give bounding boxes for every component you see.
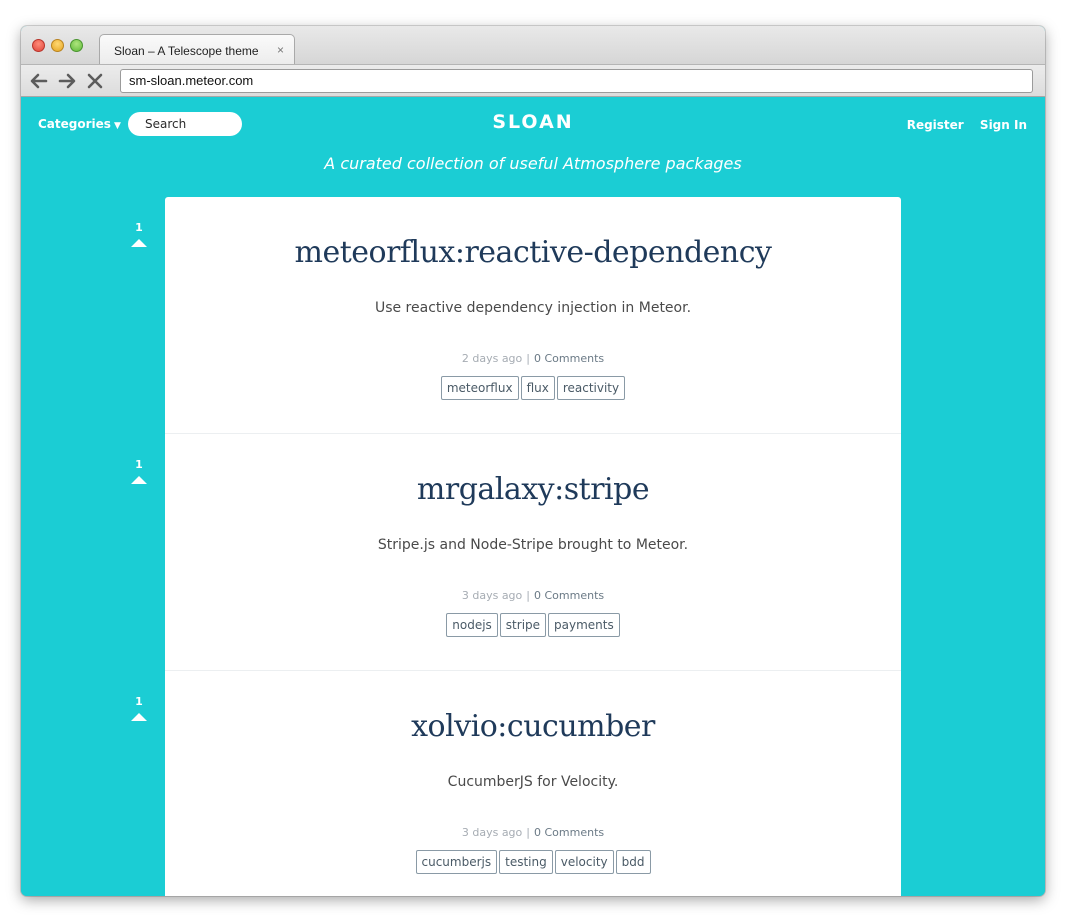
post-title-link[interactable]: xolvio:cucumber — [165, 709, 901, 744]
upvote-arrow-icon[interactable] — [131, 239, 147, 247]
browser-window: Sloan – A Telescope theme × sm-sloan.met… — [21, 26, 1045, 896]
tag-link[interactable]: flux — [520, 376, 555, 400]
browser-tab[interactable]: Sloan – A Telescope theme × — [99, 34, 295, 65]
upvote-widget: 1 — [126, 458, 152, 484]
address-bar[interactable]: sm-sloan.meteor.com — [120, 69, 1033, 93]
vote-count: 1 — [135, 221, 143, 234]
meta-separator: | — [526, 589, 530, 602]
tag-link[interactable]: reactivity — [556, 376, 626, 400]
browser-toolbar: sm-sloan.meteor.com — [21, 64, 1045, 97]
zoom-window-button[interactable] — [70, 39, 83, 52]
meta-separator: | — [526, 826, 530, 839]
post-item: mrgalaxy:stripe Stripe.js and Node-Strip… — [165, 434, 901, 671]
post-meta: 3 days ago | 0 Comments — [165, 826, 901, 839]
tag-link[interactable]: velocity — [554, 850, 614, 874]
tag-link[interactable]: testing — [499, 850, 553, 874]
post-age[interactable]: 3 days ago — [462, 826, 522, 839]
post-item: xolvio:cucumber CucumberJS for Velocity.… — [165, 671, 901, 896]
title-bar: Sloan – A Telescope theme × — [21, 26, 1045, 65]
sign-in-link[interactable]: Sign In — [980, 118, 1027, 132]
register-link[interactable]: Register — [907, 118, 964, 132]
categories-label: Categories — [38, 117, 111, 131]
site-tagline: A curated collection of useful Atmospher… — [324, 154, 742, 173]
chevron-down-icon: ▼ — [113, 121, 121, 131]
upvote-widget: 1 — [126, 221, 152, 247]
post-description: Stripe.js and Node-Stripe brought to Met… — [377, 537, 689, 553]
post-age[interactable]: 3 days ago — [462, 589, 522, 602]
post-description: CucumberJS for Velocity. — [447, 774, 619, 790]
close-window-button[interactable] — [32, 39, 45, 52]
page-content: Categories▼ SLOAN Register Sign In A cur… — [21, 97, 1045, 896]
stop-loading-icon[interactable] — [84, 70, 106, 92]
comments-link[interactable]: 0 Comments — [534, 352, 604, 365]
categories-menu[interactable]: Categories ▼ — [38, 117, 121, 131]
tag-link[interactable]: stripe — [499, 613, 547, 637]
post-title-link[interactable]: meteorflux:reactive-dependency — [165, 235, 901, 270]
tag-list: meteorflux flux reactivity — [165, 376, 901, 400]
tag-link[interactable]: bdd — [615, 850, 651, 874]
tag-list: nodejs stripe payments — [165, 613, 901, 637]
tab-close-icon[interactable]: × — [277, 43, 284, 57]
meta-separator: | — [526, 352, 530, 365]
tag-link[interactable]: cucumberjs — [415, 850, 498, 874]
post-title-link[interactable]: mrgalaxy:stripe — [165, 472, 901, 507]
post-item: meteorflux:reactive-dependency Use react… — [165, 197, 901, 434]
comments-link[interactable]: 0 Comments — [534, 826, 604, 839]
tag-list: cucumberjs testing velocity bdd — [165, 850, 901, 874]
tag-link[interactable]: meteorflux — [440, 376, 519, 400]
auth-links: Register Sign In — [895, 118, 1027, 132]
back-arrow-icon[interactable] — [28, 70, 50, 92]
tag-link[interactable]: payments — [548, 613, 620, 637]
search-input[interactable] — [128, 112, 242, 136]
upvote-arrow-icon[interactable] — [131, 476, 147, 484]
minimize-window-button[interactable] — [51, 39, 64, 52]
tab-title: Sloan – A Telescope theme — [114, 44, 259, 58]
post-description: Use reactive dependency injection in Met… — [374, 300, 692, 316]
vote-count: 1 — [135, 458, 143, 471]
post-meta: 2 days ago | 0 Comments — [165, 352, 901, 365]
posts-list: meteorflux:reactive-dependency Use react… — [165, 197, 901, 896]
forward-arrow-icon[interactable] — [56, 70, 78, 92]
tag-link[interactable]: nodejs — [446, 613, 498, 637]
site-header: Categories▼ SLOAN Register Sign In — [21, 97, 1045, 153]
post-age[interactable]: 2 days ago — [462, 352, 522, 365]
vote-count: 1 — [135, 695, 143, 708]
logo-text[interactable]: SLOAN — [492, 111, 573, 133]
comments-link[interactable]: 0 Comments — [534, 589, 604, 602]
upvote-arrow-icon[interactable] — [131, 713, 147, 721]
post-meta: 3 days ago | 0 Comments — [165, 589, 901, 602]
upvote-widget: 1 — [126, 695, 152, 721]
